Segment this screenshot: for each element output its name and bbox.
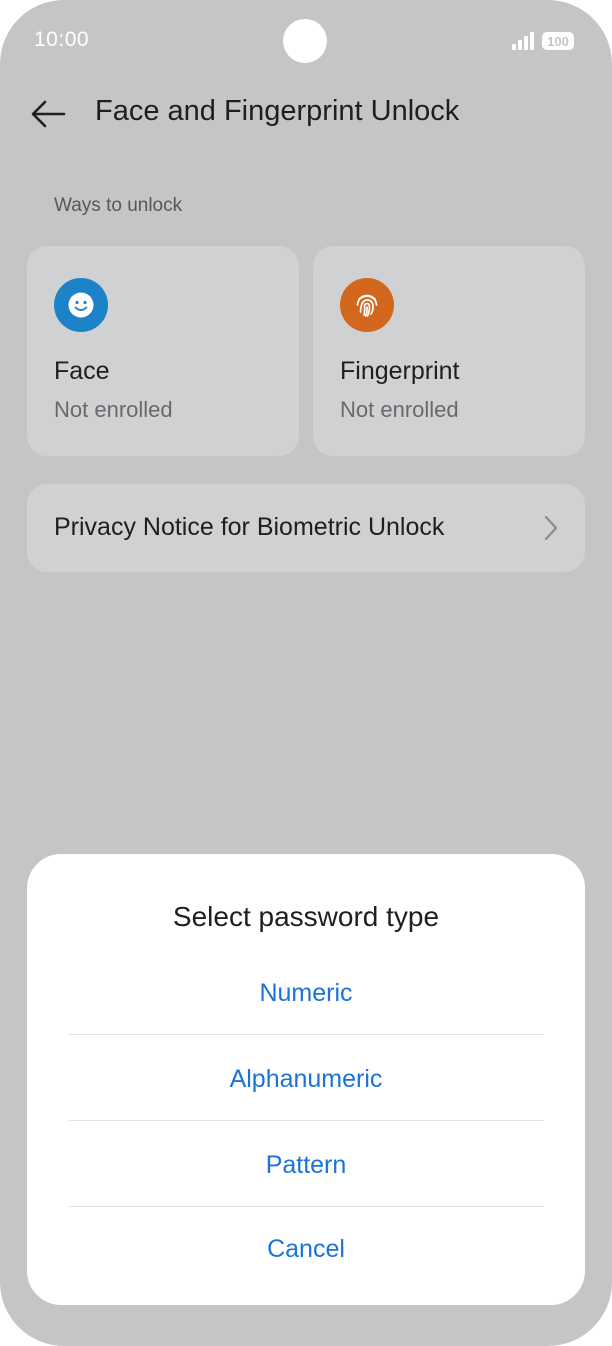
card-title: Fingerprint	[340, 357, 460, 385]
privacy-notice-label: Privacy Notice for Biometric Unlock	[54, 513, 445, 541]
divider	[68, 1034, 544, 1035]
card-status: Not enrolled	[54, 397, 173, 422]
divider	[68, 1206, 544, 1207]
fingerprint-unlock-card[interactable]: Fingerprint Not enrolled	[313, 246, 585, 456]
status-time: 10:00	[34, 28, 90, 51]
arrow-left-icon[interactable]	[28, 94, 68, 134]
password-type-dialog: Select password type Numeric Alphanumeri…	[27, 854, 585, 1305]
dialog-title: Select password type	[172, 901, 440, 932]
chevron-right-icon	[543, 515, 559, 541]
face-icon	[54, 278, 108, 332]
face-unlock-card[interactable]: Face Not enrolled	[27, 246, 299, 456]
front-camera	[283, 19, 327, 63]
status-icons: 100	[512, 30, 574, 50]
card-title: Face	[54, 357, 110, 385]
section-label: Ways to unlock	[54, 195, 183, 216]
alphanumeric-option[interactable]: Alphanumeric	[68, 1049, 544, 1109]
phone-screen: 10:00 100 Face and Fingerprint Unlock Wa…	[0, 0, 612, 1346]
privacy-notice-item[interactable]: Privacy Notice for Biometric Unlock	[27, 484, 585, 572]
card-status: Not enrolled	[340, 397, 459, 422]
pattern-option[interactable]: Pattern	[68, 1135, 544, 1195]
battery-level: 100	[547, 33, 569, 49]
battery-icon: 100	[542, 32, 574, 50]
fingerprint-icon	[340, 278, 394, 332]
signal-icon	[512, 30, 534, 50]
page-title: Face and Fingerprint Unlock	[95, 95, 460, 127]
numeric-option[interactable]: Numeric	[68, 963, 544, 1023]
cancel-button[interactable]: Cancel	[68, 1219, 544, 1279]
divider	[68, 1120, 544, 1121]
